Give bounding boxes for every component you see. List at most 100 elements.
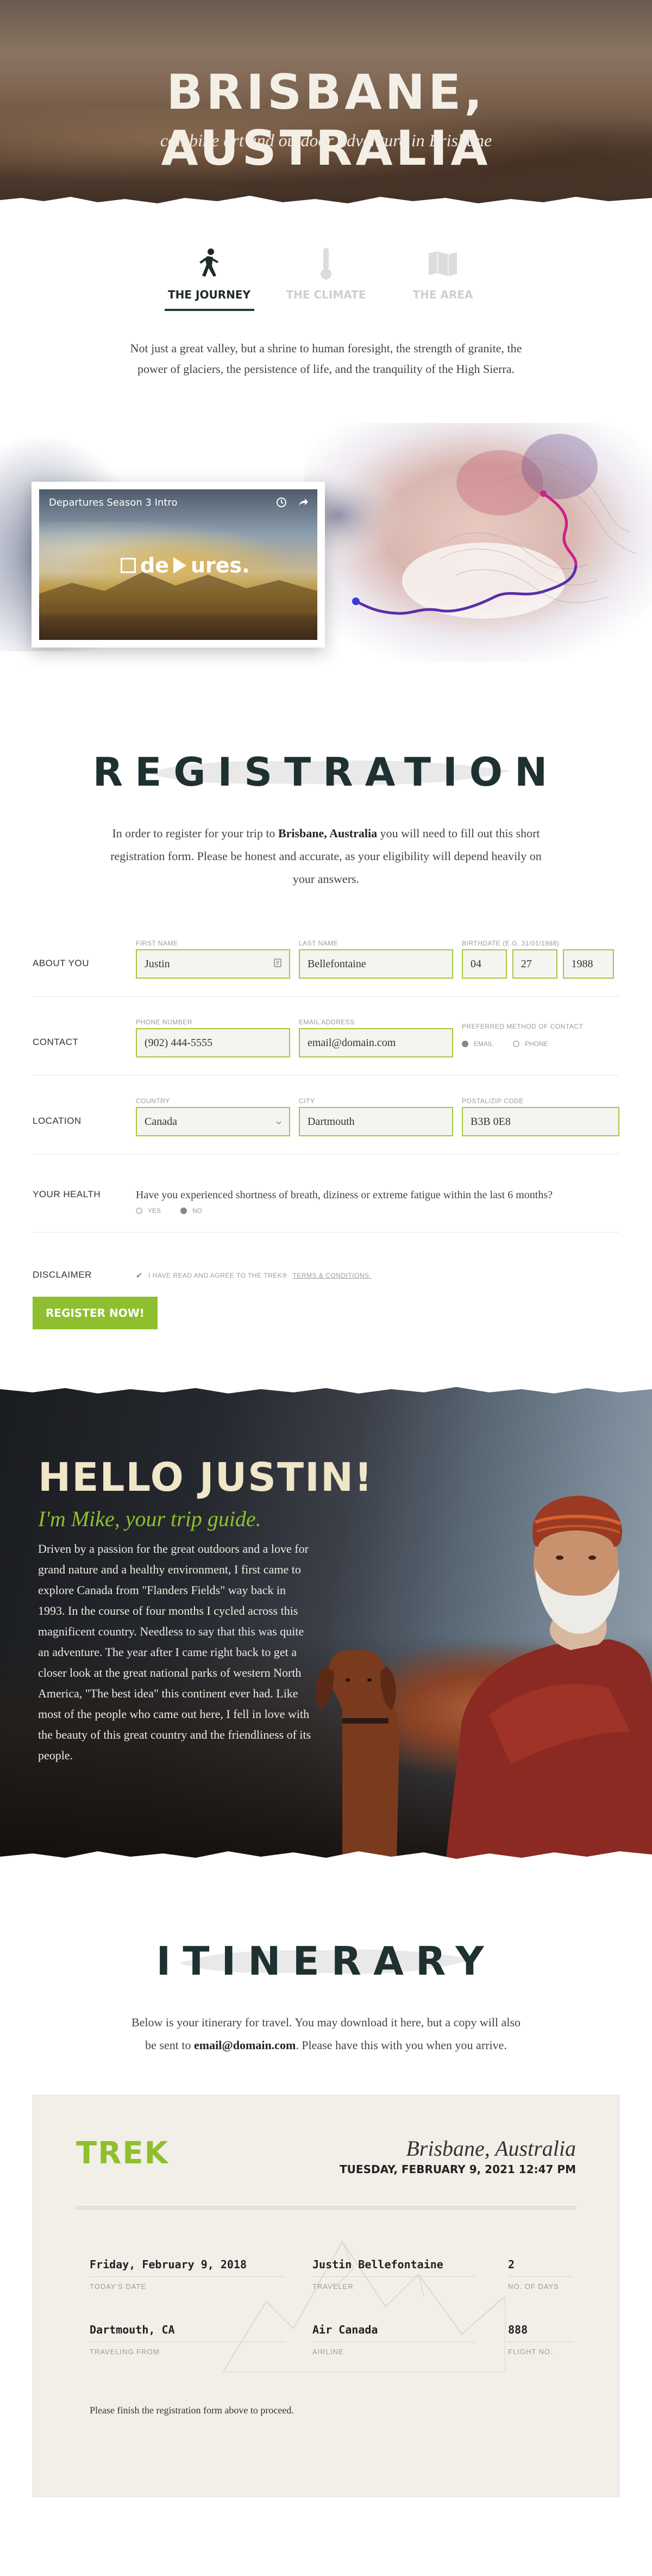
ticket-label: TRAVELER [312, 2282, 354, 2291]
first-name-group: FIRST NAME Justin [136, 939, 290, 979]
terms-text: I HAVE READ AND AGREE TO THE TREK® [148, 1272, 287, 1279]
page-bottom-spacer [0, 2497, 652, 2562]
email-input[interactable]: email@domain.com [299, 1028, 453, 1057]
flight-cell: 888 FLIGHT NO. [508, 2323, 573, 2356]
email-radio[interactable]: EMAIL [462, 1040, 493, 1048]
postal-group: POSTAL/ZIP CODE B3B 0E8 [462, 1097, 619, 1136]
field-value: Dartmouth [308, 1115, 355, 1128]
checkbox-checked-icon[interactable]: ✔ [136, 1271, 143, 1280]
guide-subtitle: I'm Mike, your trip guide. [38, 1507, 261, 1531]
itinerary-title: ITINERARY [156, 1938, 496, 1984]
tab-the-climate[interactable]: THE CLIMATE [281, 245, 371, 311]
registration-intro: In order to register for your trip to Br… [109, 822, 543, 891]
field-value: Justin [145, 957, 170, 970]
registration-heading: REGISTRATION [0, 749, 652, 795]
yes-radio[interactable]: YES [136, 1207, 161, 1215]
first-name-input[interactable]: Justin [136, 949, 290, 979]
phone-radio[interactable]: PHONE [513, 1040, 548, 1048]
radio-label: NO [192, 1207, 203, 1215]
clock-icon[interactable] [276, 497, 287, 508]
location-row: LOCATION COUNTRY Canada CITY Dartmouth P… [33, 1075, 619, 1154]
intro-destination: Brisbane, Australia [278, 826, 378, 840]
birth-day-input[interactable]: 04 [462, 949, 507, 979]
birth-year-input[interactable]: 1988 [562, 949, 614, 979]
tab-label: THE JOURNEY [168, 288, 250, 301]
register-button[interactable]: REGISTER NOW! [33, 1297, 158, 1329]
torn-edge [0, 1851, 652, 1862]
disclaimer-row: DISCLAIMER ✔ I HAVE READ AND AGREE TO TH… [33, 1233, 619, 1280]
airline-cell: Air Canada AIRLINE [312, 2323, 475, 2356]
registration-form: ABOUT YOU FIRST NAME Justin LAST NAME Be… [33, 939, 619, 1329]
terms-link[interactable]: TERMS & CONDITIONS. [293, 1272, 372, 1279]
row-label: YOUR HEALTH [33, 1189, 101, 1199]
route-map [304, 423, 652, 662]
guide-greeting: HELLO JUSTIN! [38, 1454, 374, 1500]
map-icon [398, 245, 488, 283]
traveler-cell: Justin Bellefontaine TRAVELER [312, 2258, 475, 2291]
route-map-section: Departures Season 3 Intro de ures. [0, 401, 652, 684]
torn-edge [0, 196, 652, 212]
field-value: 04 [471, 957, 481, 970]
ticket-value: Dartmouth, CA [90, 2323, 285, 2342]
health-row: YOUR HEALTH Have you experienced shortne… [33, 1154, 619, 1233]
postal-input[interactable]: B3B 0E8 [462, 1107, 619, 1136]
today-date-cell: Friday, February 9, 2018 TODAY'S DATE [90, 2258, 285, 2291]
brand-text-left: de [140, 553, 169, 577]
birth-month-input[interactable]: 27 [512, 949, 557, 979]
tab-the-area[interactable]: THE AREA [398, 245, 488, 311]
row-label: LOCATION [33, 1116, 82, 1126]
health-radios: YES NO [136, 1207, 619, 1215]
journey-intro: Not just a great valley, but a shrine to… [130, 341, 522, 376]
video-player[interactable]: Departures Season 3 Intro de ures. [39, 489, 317, 640]
country-group: COUNTRY Canada [136, 1097, 290, 1136]
field-value: 27 [521, 957, 532, 970]
no-radio[interactable]: NO [180, 1207, 202, 1215]
phone-input[interactable]: (902) 444-5555 [136, 1028, 290, 1057]
intro-text: In order to register for your trip to [112, 826, 278, 840]
contact-method-radios: EMAIL PHONE [462, 1040, 614, 1048]
email-group: EMAIL ADDRESS email@domain.com [299, 1018, 453, 1057]
intro-text: . Please have this with you when you arr… [296, 2038, 507, 2052]
field-label: PHONE NUMBER [136, 1018, 193, 1026]
ticket-value: 888 [508, 2323, 573, 2342]
hero-subtitle: combine art and outdoor adventure in Bri… [160, 130, 492, 150]
external-link-icon[interactable] [121, 558, 136, 573]
registration-title: REGISTRATION [92, 749, 560, 795]
field-value: (902) 444-5555 [145, 1036, 212, 1049]
ticket-value: 2 [508, 2258, 573, 2277]
last-name-input[interactable]: Bellefontaine [299, 949, 453, 979]
row-label: ABOUT YOU [33, 958, 90, 968]
city-input[interactable]: Dartmouth [299, 1107, 453, 1136]
radio-dot [513, 1041, 520, 1047]
about-you-row: ABOUT YOU FIRST NAME Justin LAST NAME Be… [33, 939, 619, 997]
thermometer-icon [281, 245, 371, 283]
hero-title: BRISBANE, AUSTRALIA [161, 64, 491, 176]
last-name-group: LAST NAME Bellefontaine [299, 939, 453, 979]
birthdate-group: BIRTHDATE (E.G. 31/01/1988) 04 27 1988 [462, 939, 614, 979]
dog-illustration [316, 1650, 399, 1862]
video-brand: de ures. [121, 553, 250, 577]
ticket-label: NO. OF DAYS [508, 2282, 559, 2291]
play-icon[interactable] [173, 557, 186, 574]
trek-logo: TREK [76, 2136, 169, 2171]
video-card: Departures Season 3 Intro de ures. [32, 482, 325, 648]
tab-bar: THE JOURNEY THE CLIMATE THE AREA [0, 245, 652, 311]
ticket-value: Air Canada [312, 2323, 475, 2342]
hiker-icon [165, 245, 254, 283]
terms-checkbox-line: ✔ I HAVE READ AND AGREE TO THE TREK® TER… [136, 1254, 371, 1280]
itinerary-intro: Below is your itinerary for travel. You … [125, 2011, 527, 2057]
tab-the-journey[interactable]: THE JOURNEY [164, 245, 254, 311]
share-icon[interactable] [298, 497, 309, 508]
ticket-date: TUESDAY, FEBRUARY 9, 2021 12:47 PM [340, 2163, 576, 2176]
radio-label: YES [148, 1207, 161, 1215]
ticket-value: Justin Bellefontaine [312, 2258, 475, 2277]
ticket-destination: Brisbane, Australia [406, 2136, 576, 2161]
tab-label: THE CLIMATE [286, 288, 366, 301]
row-label: DISCLAIMER [33, 1270, 92, 1280]
ticket-label: FLIGHT NO. [508, 2348, 553, 2356]
ticket-divider [76, 2206, 576, 2210]
field-value: 1988 [571, 957, 593, 970]
country-select[interactable]: Canada [136, 1107, 290, 1136]
row-label: CONTACT [33, 1037, 79, 1047]
radio-dot [462, 1041, 468, 1047]
